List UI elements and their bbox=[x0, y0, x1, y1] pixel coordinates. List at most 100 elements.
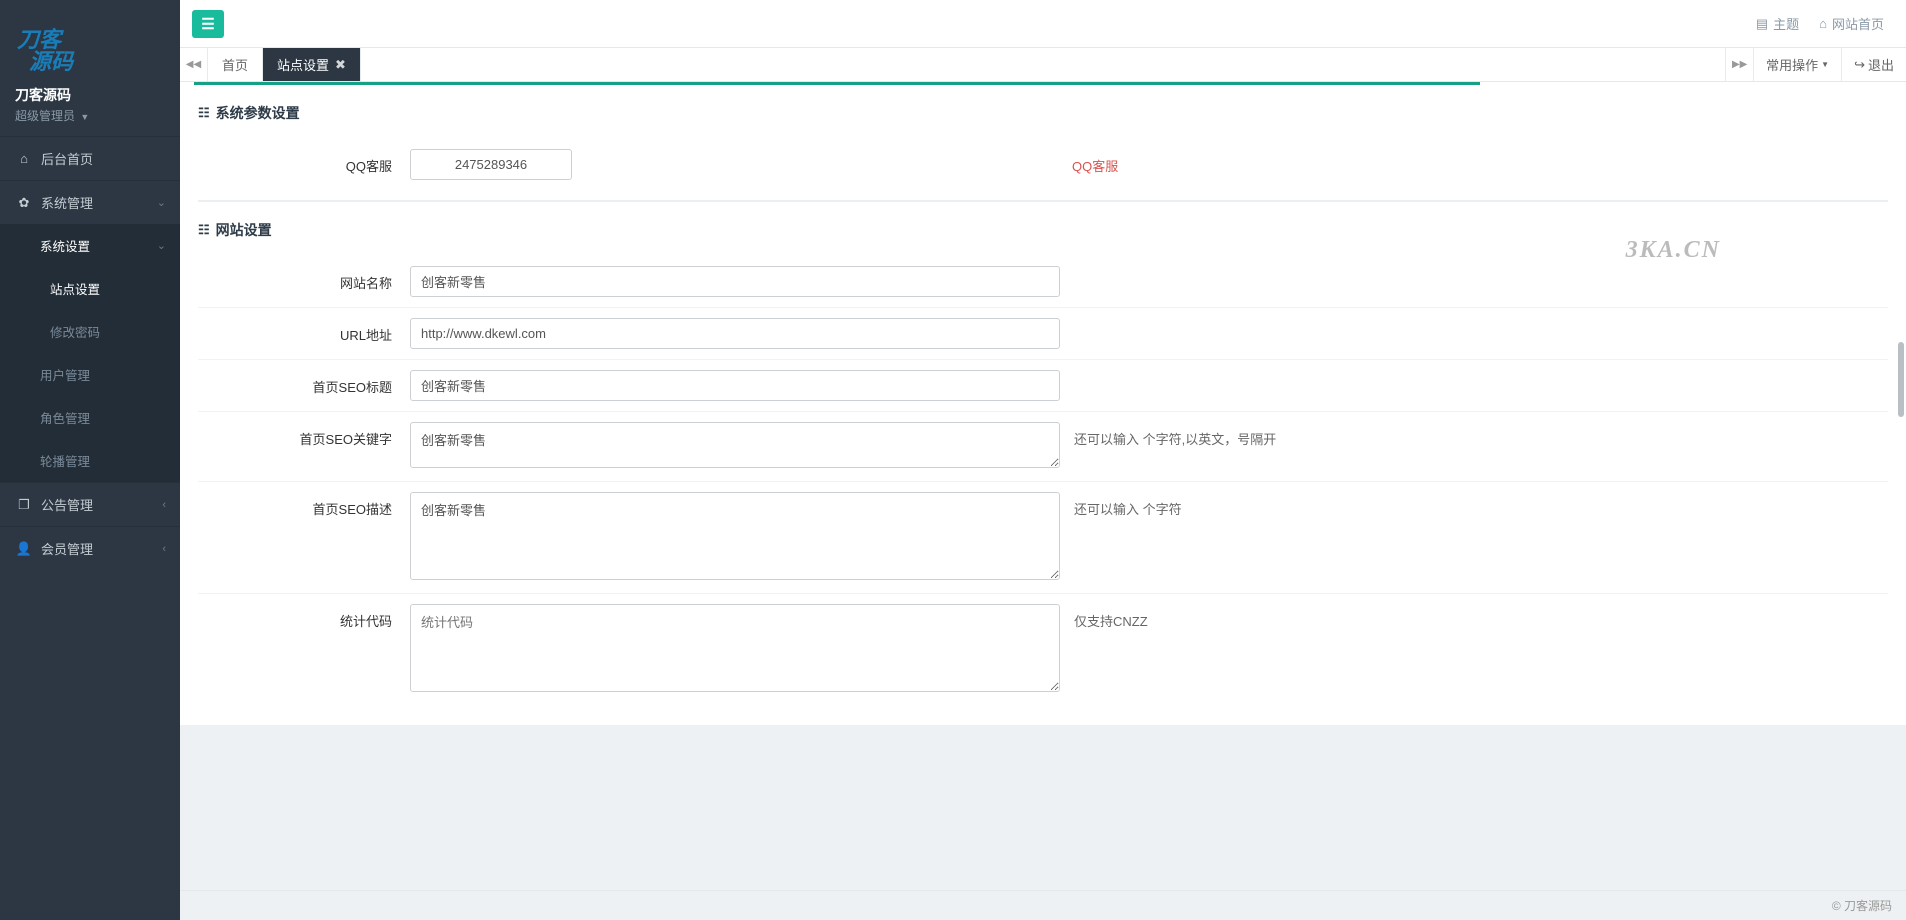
sidebar-logo: 刀客 源码 bbox=[0, 0, 180, 83]
tabbar: ◀◀ 首页 站点设置 ✖ ▶▶ 常用操作 ▼ ↪ 退出 bbox=[180, 48, 1906, 82]
gear-icon: ✿ bbox=[15, 195, 33, 211]
content: 3KA.CN ☷ 系统参数设置 QQ客服 QQ客服 bbox=[180, 82, 1906, 920]
input-seo-title[interactable] bbox=[410, 370, 1060, 401]
textarea-seo-keywords[interactable]: 创客新零售 bbox=[410, 422, 1060, 468]
nav-site-settings[interactable]: 站点设置 bbox=[0, 267, 180, 310]
nav-system-submenu: 系统设置 ⌄ 站点设置 修改密码 用户管理 角色管理 轮播管理 bbox=[0, 224, 180, 482]
list-icon: ☷ bbox=[198, 105, 210, 121]
logo-icon: 刀客 源码 bbox=[15, 25, 87, 73]
nav-site-settings-label: 站点设置 bbox=[50, 279, 100, 298]
help-seo-keywords: 还可以输入 个字符,以英文，号隔开 bbox=[1060, 422, 1888, 448]
tab-site-settings-label: 站点设置 bbox=[277, 55, 329, 74]
nav-system-label: 系统管理 bbox=[41, 193, 93, 212]
tabbar-common-ops-label: 常用操作 bbox=[1766, 55, 1818, 74]
hamburger-button[interactable]: ☰ bbox=[192, 10, 224, 38]
label-seo-desc: 首页SEO描述 bbox=[198, 492, 410, 518]
tab-home[interactable]: 首页 bbox=[208, 48, 263, 81]
svg-text:源码: 源码 bbox=[29, 49, 75, 73]
chevron-down-icon: ⌄ bbox=[157, 239, 166, 252]
tab-scroll-right[interactable]: ▶▶ bbox=[1725, 48, 1753, 81]
nav-announcement[interactable]: ❐ 公告管理 ‹ bbox=[0, 483, 180, 526]
nav-role-management[interactable]: 角色管理 bbox=[0, 396, 180, 439]
chevron-down-icon: ⌄ bbox=[157, 196, 166, 209]
sidebar-role-dropdown[interactable]: 超级管理员 ▼ bbox=[0, 107, 180, 136]
help-seo-title bbox=[1060, 370, 1888, 377]
close-icon[interactable]: ✖ bbox=[335, 57, 346, 73]
footer-text: © 刀客源码 bbox=[1832, 897, 1892, 914]
help-qq: QQ客服 bbox=[572, 149, 1888, 175]
textarea-stats[interactable] bbox=[410, 604, 1060, 692]
topbar-theme[interactable]: ▤ 主题 bbox=[1746, 14, 1809, 33]
chevron-left-icon: ‹ bbox=[162, 543, 166, 555]
topbar-theme-label: 主题 bbox=[1773, 14, 1799, 33]
section-site-settings: ☷ 网站设置 网站名称 URL地址 bbox=[180, 202, 1906, 705]
main: ☰ ▤ 主题 ⌂ 网站首页 ◀◀ 首页 站点设置 ✖ ▶▶ 常用操作 ▼ bbox=[180, 0, 1906, 920]
tab-site-settings[interactable]: 站点设置 ✖ bbox=[263, 48, 361, 81]
tabbar-common-ops[interactable]: 常用操作 ▼ bbox=[1753, 48, 1841, 81]
section-system-params: ☷ 系统参数设置 QQ客服 QQ客服 bbox=[180, 85, 1906, 190]
nav-announcement-label: 公告管理 bbox=[41, 495, 93, 514]
topbar-site-home[interactable]: ⌂ 网站首页 bbox=[1809, 14, 1894, 33]
double-chevron-right-icon: ▶▶ bbox=[1732, 59, 1747, 70]
tabbar-logout[interactable]: ↪ 退出 bbox=[1841, 48, 1906, 81]
logout-icon: ↪ bbox=[1854, 57, 1865, 73]
row-seo-keywords: 首页SEO关键字 创客新零售 还可以输入 个字符,以英文，号隔开 bbox=[198, 412, 1888, 482]
caret-down-icon: ▼ bbox=[1821, 60, 1829, 69]
row-seo-title: 首页SEO标题 bbox=[198, 360, 1888, 412]
section-site-settings-title: ☷ 网站设置 bbox=[198, 220, 1888, 240]
nav-change-password-label: 修改密码 bbox=[50, 322, 100, 341]
nav-system-settings[interactable]: 系统设置 ⌄ bbox=[0, 224, 180, 267]
help-seo-desc: 还可以输入 个字符 bbox=[1060, 492, 1888, 518]
row-url: URL地址 bbox=[198, 308, 1888, 360]
nav-carousel-management-label: 轮播管理 bbox=[40, 451, 90, 470]
topbar-site-home-label: 网站首页 bbox=[1832, 14, 1884, 33]
input-site-name[interactable] bbox=[410, 266, 1060, 297]
row-qq: QQ客服 QQ客服 bbox=[198, 139, 1888, 190]
nav-system-settings-submenu: 站点设置 修改密码 bbox=[0, 267, 180, 353]
chevron-left-icon: ‹ bbox=[162, 499, 166, 511]
section-system-params-title-text: 系统参数设置 bbox=[216, 103, 300, 123]
textarea-seo-desc[interactable]: 创客新零售 bbox=[410, 492, 1060, 580]
help-site-name bbox=[1060, 266, 1888, 273]
list-icon: ☷ bbox=[198, 222, 210, 238]
nav-home-label: 后台首页 bbox=[41, 149, 93, 168]
section-system-params-title: ☷ 系统参数设置 bbox=[198, 103, 1888, 123]
footer: © 刀客源码 bbox=[180, 890, 1906, 920]
label-url: URL地址 bbox=[198, 318, 410, 344]
tabbar-logout-label: 退出 bbox=[1868, 55, 1894, 74]
nav-carousel-management[interactable]: 轮播管理 bbox=[0, 439, 180, 482]
help-stats: 仅支持CNZZ bbox=[1060, 604, 1888, 630]
nav-user-management[interactable]: 用户管理 bbox=[0, 353, 180, 396]
label-stats: 统计代码 bbox=[198, 604, 410, 630]
sidebar-brand: 刀客源码 bbox=[0, 83, 180, 107]
sidebar-role-label: 超级管理员 bbox=[15, 109, 75, 123]
tab-scroll-left[interactable]: ◀◀ bbox=[180, 48, 208, 81]
topbar: ☰ ▤ 主题 ⌂ 网站首页 bbox=[180, 0, 1906, 48]
section-site-settings-title-text: 网站设置 bbox=[216, 220, 272, 240]
scrollbar[interactable] bbox=[1898, 342, 1904, 417]
row-seo-desc: 首页SEO描述 创客新零售 还可以输入 个字符 bbox=[198, 482, 1888, 594]
input-url[interactable] bbox=[410, 318, 1060, 349]
menu-icon: ☰ bbox=[201, 15, 214, 33]
label-site-name: 网站名称 bbox=[198, 266, 410, 292]
label-seo-keywords: 首页SEO关键字 bbox=[198, 422, 410, 448]
help-url bbox=[1060, 318, 1888, 325]
nav-user-management-label: 用户管理 bbox=[40, 365, 90, 384]
double-chevron-left-icon: ◀◀ bbox=[186, 59, 201, 70]
nav-member-label: 会员管理 bbox=[41, 539, 93, 558]
home-icon: ⌂ bbox=[1819, 16, 1827, 31]
row-stats: 统计代码 仅支持CNZZ bbox=[198, 594, 1888, 705]
sidebar: 刀客 源码 刀客源码 超级管理员 ▼ ⌂ 后台首页 ✿ 系统管理 ⌄ 系统设置 … bbox=[0, 0, 180, 920]
nav-change-password[interactable]: 修改密码 bbox=[0, 310, 180, 353]
content-panel: 3KA.CN ☷ 系统参数设置 QQ客服 QQ客服 bbox=[180, 82, 1906, 725]
nav-system[interactable]: ✿ 系统管理 ⌄ bbox=[0, 181, 180, 224]
theme-icon: ▤ bbox=[1756, 16, 1768, 32]
caret-down-icon: ▼ bbox=[80, 112, 89, 122]
nav-member[interactable]: 👤 会员管理 ‹ bbox=[0, 527, 180, 570]
home-icon: ⌂ bbox=[15, 151, 33, 166]
nav-system-settings-label: 系统设置 bbox=[40, 236, 90, 255]
nav-home[interactable]: ⌂ 后台首页 bbox=[0, 137, 180, 180]
tab-home-label: 首页 bbox=[222, 55, 248, 74]
input-qq[interactable] bbox=[410, 149, 572, 180]
row-site-name: 网站名称 bbox=[198, 256, 1888, 308]
